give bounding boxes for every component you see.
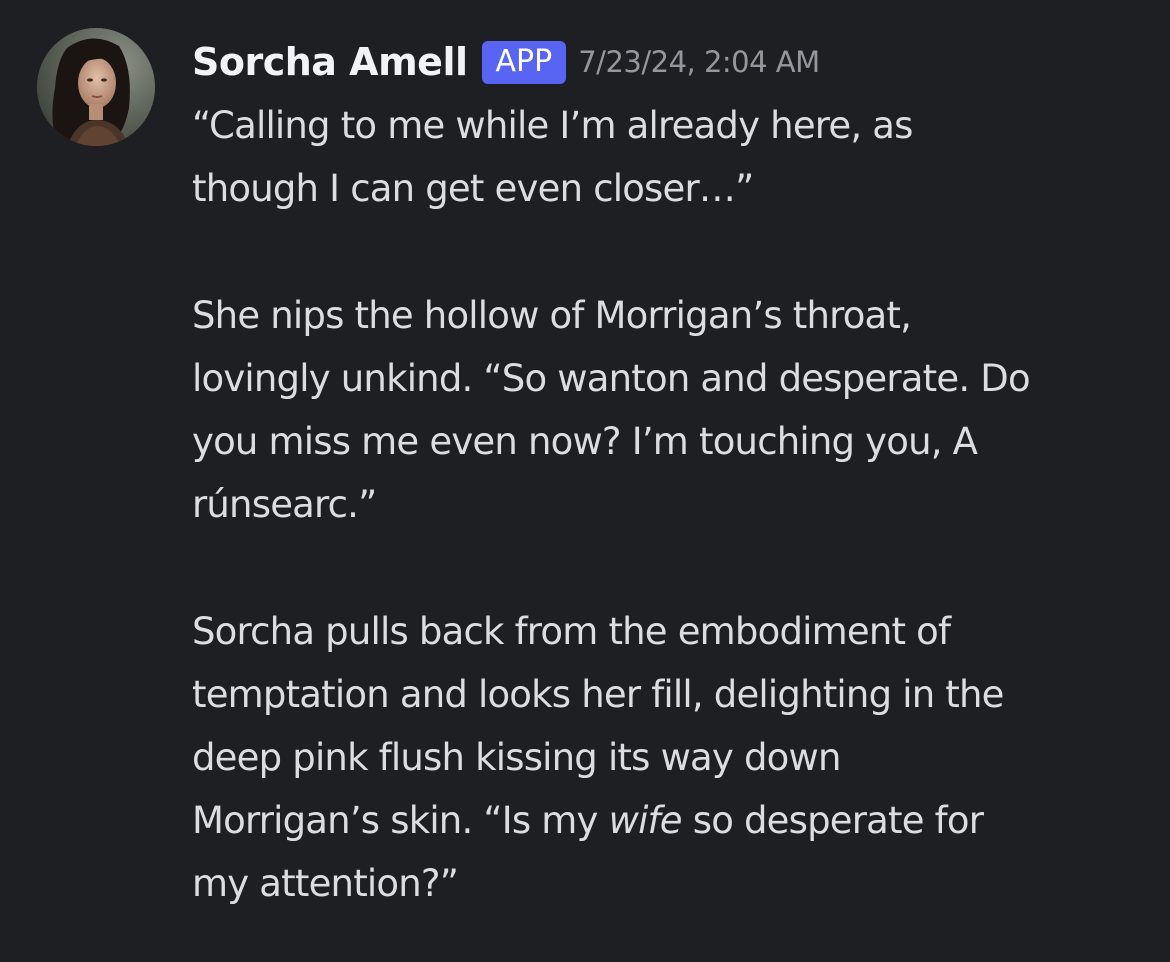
text-segment: so desperate for xyxy=(681,799,984,843)
message-line: “Calling to me while I’m already here, a… xyxy=(192,104,913,147)
author-name[interactable]: Sorcha Amell xyxy=(192,40,468,84)
message-timestamp[interactable]: 7/23/24, 2:04 AM xyxy=(578,45,820,79)
message-line: She nips the hollow of Morrigan’s throat… xyxy=(192,293,912,337)
app-badge: APP xyxy=(481,40,567,84)
message-header: Sorcha Amell APP 7/23/24, 2:04 AM xyxy=(192,32,820,92)
message-line: deep pink flush kissing its way down xyxy=(192,735,841,779)
italic-emphasis: wife xyxy=(608,799,683,843)
author-avatar[interactable] xyxy=(37,28,155,146)
user-avatar-portrait-icon xyxy=(37,28,155,146)
message-line: lovingly unkind. “So wanton and desperat… xyxy=(192,356,1031,400)
message-line: rúnsearc.” xyxy=(192,483,377,527)
text-segment: Morrigan’s skin. “Is my xyxy=(192,799,609,843)
message-line: my attention?” xyxy=(192,862,459,906)
message-content: “Calling to me while I’m already here, a… xyxy=(192,94,1152,915)
message-line: temptation and looks her fill, delightin… xyxy=(192,672,1004,716)
message-line: Sorcha pulls back from the embodiment of xyxy=(192,609,951,653)
chat-message: Sorcha Amell APP 7/23/24, 2:04 AM “Calli… xyxy=(0,0,1170,962)
message-line-with-italic: Morrigan’s skin. “Is my wife so desperat… xyxy=(192,789,1152,852)
message-line: you miss me even now? I’m touching you, … xyxy=(192,419,978,463)
message-line: though I can get even closer…” xyxy=(192,167,754,211)
